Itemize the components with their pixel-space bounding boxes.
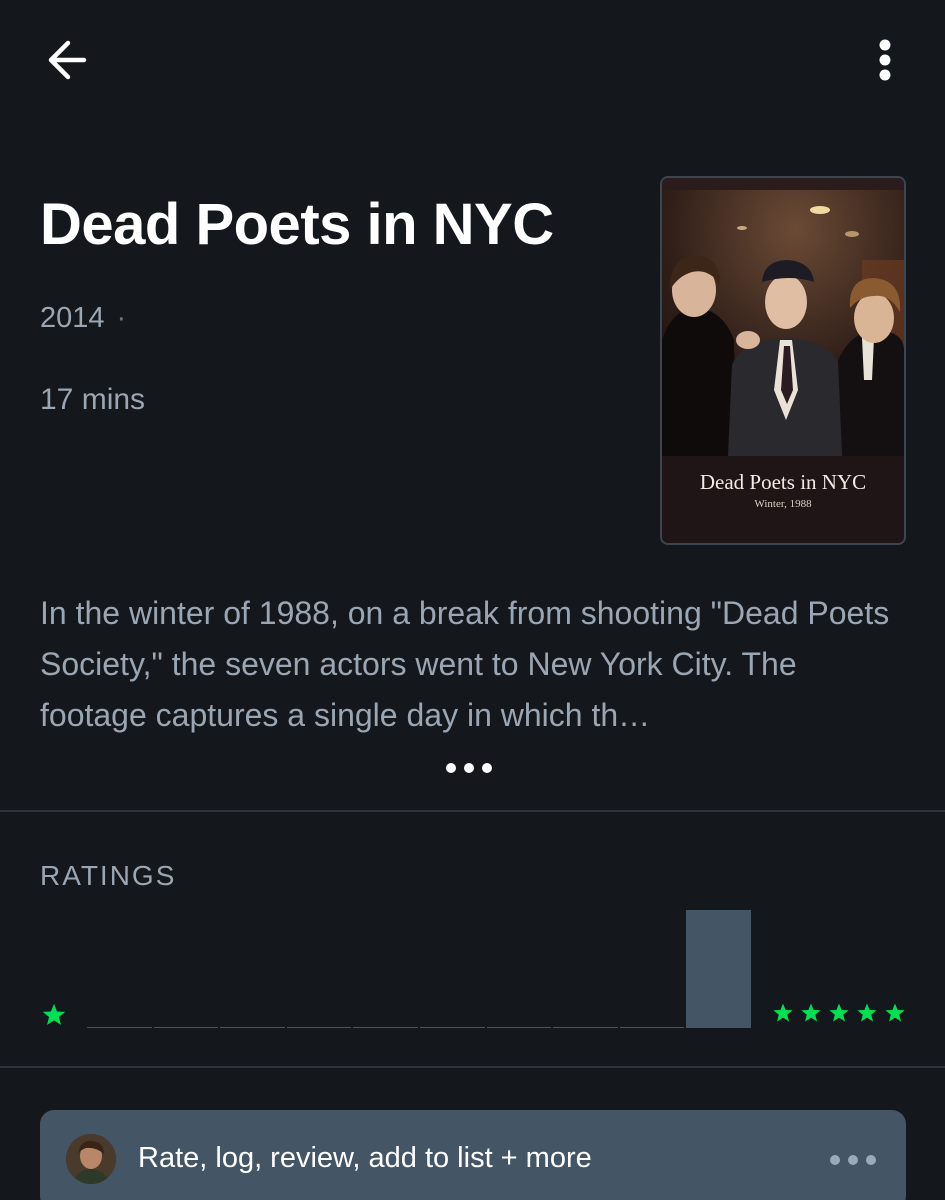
top-bar bbox=[0, 0, 945, 120]
histogram-empty-bar bbox=[286, 1027, 352, 1028]
poster-subtitle: Winter, 1988 bbox=[754, 498, 812, 510]
expand-synopsis-button[interactable] bbox=[446, 760, 500, 776]
histogram-empty-bar bbox=[619, 1027, 685, 1028]
histogram-empty-bar bbox=[353, 1027, 418, 1028]
back-button[interactable] bbox=[40, 32, 96, 88]
histogram-empty-bar bbox=[220, 1027, 285, 1028]
star-icon bbox=[42, 1003, 66, 1025]
dot bbox=[866, 1155, 876, 1165]
section-divider bbox=[0, 1066, 945, 1068]
year-separator: · bbox=[116, 302, 127, 334]
dot bbox=[848, 1155, 858, 1165]
dot bbox=[446, 763, 456, 773]
poster-title: Dead Poets in NYC bbox=[699, 470, 867, 494]
dot bbox=[482, 763, 492, 773]
dot bbox=[464, 763, 474, 773]
section-divider bbox=[0, 810, 945, 812]
histogram-empty-bar bbox=[486, 1027, 552, 1028]
synopsis[interactable]: In the winter of 1988, on a break from s… bbox=[40, 588, 910, 741]
poster-top-band bbox=[662, 178, 904, 190]
histogram-empty-bar bbox=[87, 1027, 152, 1028]
histogram-empty-bar bbox=[553, 1027, 618, 1028]
arrow-left-icon bbox=[48, 40, 87, 80]
film-detail-page: Dead Poets in NYC 2014 · 17 mins Dead Po… bbox=[0, 0, 945, 1200]
more-horizontal-icon[interactable] bbox=[830, 1152, 886, 1168]
rate-log-review-bar[interactable]: Rate, log, review, add to list + more bbox=[40, 1110, 906, 1200]
histogram-bar[interactable] bbox=[686, 910, 751, 1028]
ratings-heading: RATINGS bbox=[40, 860, 177, 891]
runtime: 17 mins bbox=[40, 383, 146, 416]
release-year-line[interactable]: 2014 · bbox=[40, 302, 126, 335]
more-options-button[interactable] bbox=[860, 32, 910, 88]
five-stars-icon bbox=[773, 1003, 905, 1022]
release-year[interactable]: 2014 bbox=[40, 302, 105, 334]
histogram-empty-bar bbox=[153, 1027, 219, 1028]
histogram-empty-bar bbox=[420, 1027, 485, 1028]
poster-photo bbox=[662, 190, 904, 456]
film-title: Dead Poets in NYC bbox=[40, 192, 554, 257]
action-bar-label: Rate, log, review, add to list + more bbox=[138, 1142, 592, 1174]
ratings-histogram bbox=[87, 910, 751, 1028]
dot bbox=[830, 1155, 840, 1165]
avatar bbox=[66, 1134, 116, 1184]
avatar-image bbox=[66, 1134, 116, 1184]
film-poster[interactable]: Dead Poets in NYC Winter, 1988 bbox=[660, 176, 906, 545]
more-vertical-icon bbox=[879, 39, 891, 81]
